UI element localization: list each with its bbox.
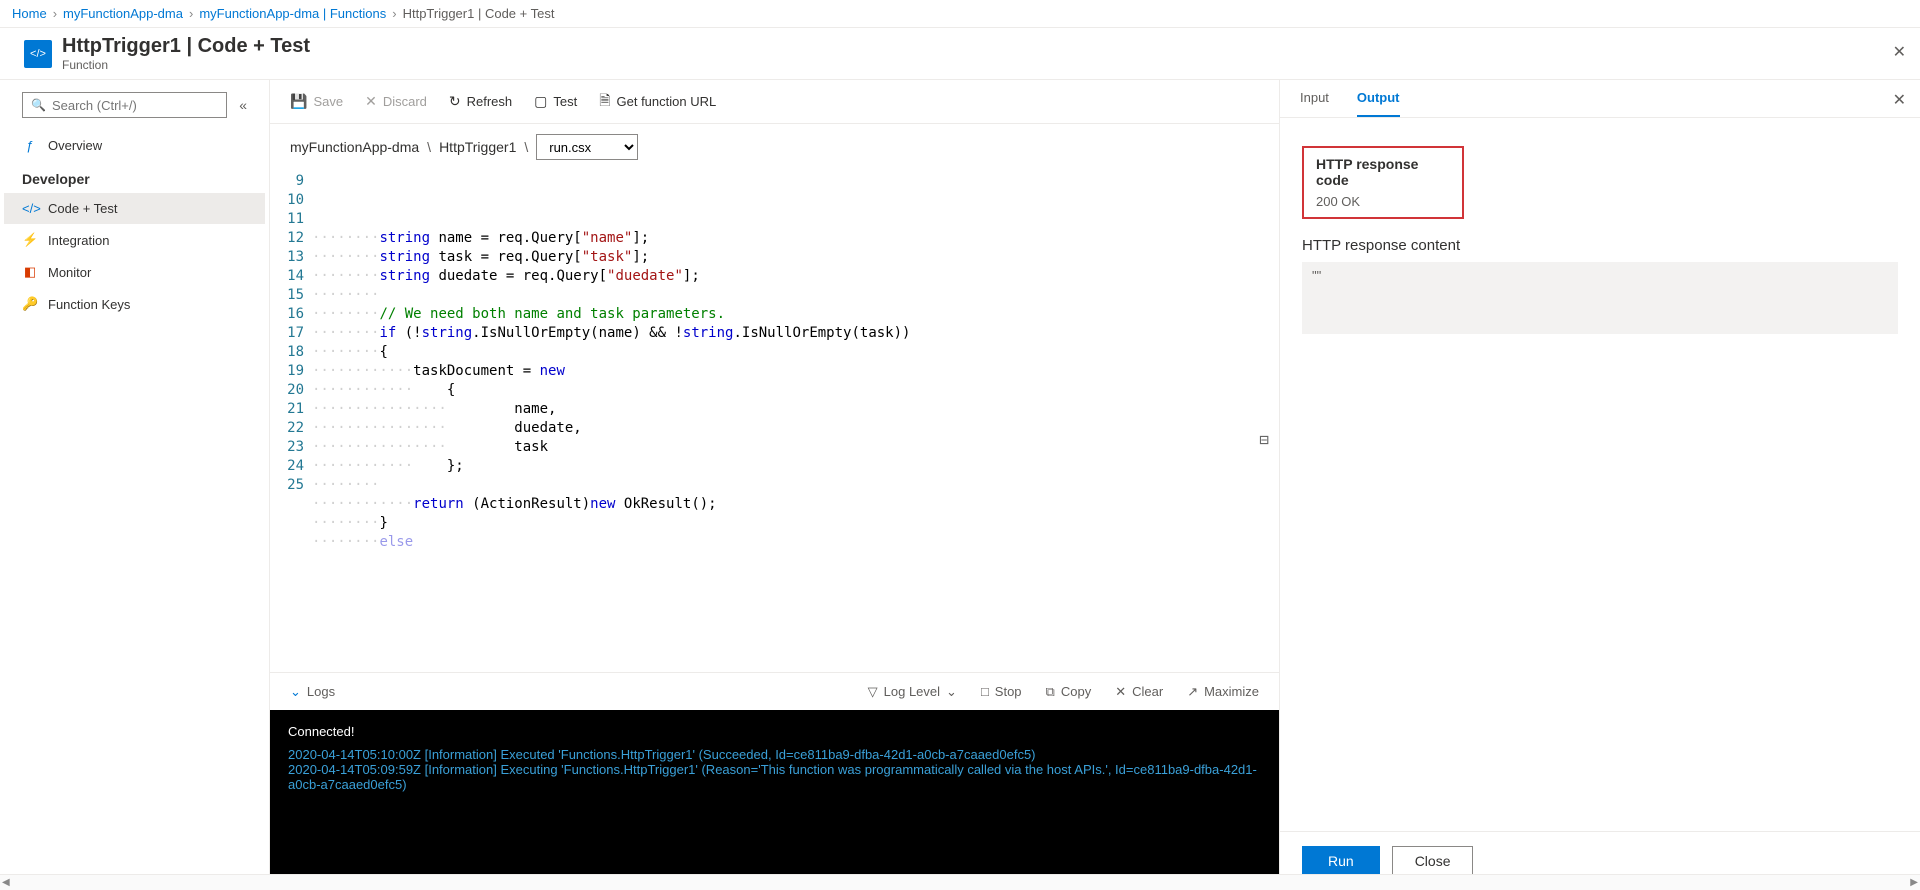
logs-toolbar: ⌄ Logs ▽ Log Level ⌄ □ Stop ⧉ Copy ✕ Cle… [270,672,1279,710]
discard-icon: ✕ [365,93,377,110]
breadcrumb-app[interactable]: myFunctionApp-dma [63,6,183,21]
http-response-code-box: HTTP response code 200 OK [1302,146,1464,219]
search-icon: 🔍 [31,98,46,112]
chevron-down-icon: ⌄ [290,684,301,700]
clear-button[interactable]: ✕ Clear [1115,684,1163,700]
http-code-value: 200 OK [1316,194,1450,209]
monitor-icon: ◧ [22,264,38,280]
sidebar-item-integration[interactable]: ⚡ Integration [4,224,265,256]
sidebar-section-developer: Developer [4,161,265,193]
sidebar-item-code-test[interactable]: </> Code + Test [4,193,265,224]
path-app: myFunctionApp-dma [290,139,419,155]
sidebar: 🔍 « ƒ Overview Developer </> Code + Test… [0,80,270,890]
chevron-right-icon: › [392,6,396,21]
refresh-icon: ↻ [449,93,461,110]
copy-icon: ⧉ [1046,684,1055,700]
console-line: 2020-04-14T05:09:59Z [Information] Execu… [288,762,1261,792]
maximize-button[interactable]: ↗ Maximize [1187,684,1259,700]
sidebar-item-label: Code + Test [48,201,118,216]
run-button[interactable]: Run [1302,846,1380,876]
stop-button[interactable]: □ Stop [981,684,1022,699]
log-console[interactable]: Connected! 2020-04-14T05:10:00Z [Informa… [270,710,1279,890]
code-icon: </> [22,201,38,216]
scroll-right-icon[interactable]: ▶ [1910,877,1918,888]
line-gutter: 910111213141516171819202122232425 [270,170,312,672]
sidebar-item-function-keys[interactable]: 🔑 Function Keys [4,288,265,320]
save-icon: 💾 [290,93,307,110]
function-fx-icon: ƒ [22,138,38,153]
discard-button[interactable]: ✕ Discard [365,93,427,110]
scroll-left-icon[interactable]: ◀ [2,877,10,888]
chevron-right-icon: › [189,6,193,21]
code-area[interactable]: ⊟ ········string name = req.Query["name"… [312,170,1279,672]
get-function-url-button[interactable]: 🗎 Get function URL [599,90,716,114]
tab-input[interactable]: Input [1300,90,1329,117]
page-subtitle: Function [62,58,310,72]
close-blade-button[interactable]: ✕ [1893,42,1906,62]
stop-icon: □ [981,684,989,699]
chevron-down-icon: ⌄ [946,684,957,700]
close-button[interactable]: Close [1392,846,1474,876]
http-code-label: HTTP response code [1316,156,1450,188]
test-output-panel: ✕ Input Output HTTP response code 200 OK… [1280,80,1920,890]
key-icon: 🔑 [22,296,38,312]
close-panel-button[interactable]: ✕ [1893,90,1906,110]
test-button[interactable]: ▢ Test [534,93,577,110]
sidebar-item-label: Integration [48,233,109,248]
maximize-icon: ↗ [1187,684,1198,700]
center-pane: 💾 Save ✕ Discard ↻ Refresh ▢ Test 🗎 Get … [270,80,1280,890]
path-func: HttpTrigger1 [439,139,516,155]
fold-marker-icon[interactable]: ⊟ [1259,430,1269,449]
sidebar-item-overview[interactable]: ƒ Overview [4,130,265,161]
http-content-label: HTTP response content [1302,237,1898,254]
breadcrumb-current: HttpTrigger1 | Code + Test [403,6,555,21]
file-path-row: myFunctionApp-dma \ HttpTrigger1 \ run.c… [270,124,1279,170]
page-title: HttpTrigger1 | Code + Test [62,35,310,58]
test-icon: ▢ [534,93,547,110]
url-icon: 🗎 [599,90,610,114]
console-connected: Connected! [288,724,1261,739]
editor-toolbar: 💾 Save ✕ Discard ↻ Refresh ▢ Test 🗎 Get … [270,80,1279,124]
code-editor[interactable]: 910111213141516171819202122232425 ⊟ ····… [270,170,1279,672]
horizontal-scrollbar[interactable]: ◀ ▶ [0,874,1920,890]
function-icon: </> [24,40,52,68]
sidebar-item-label: Function Keys [48,297,130,312]
breadcrumb-home[interactable]: Home [12,6,47,21]
breadcrumb-functions[interactable]: myFunctionApp-dma | Functions [199,6,386,21]
clear-icon: ✕ [1115,684,1126,700]
breadcrumb: Home › myFunctionApp-dma › myFunctionApp… [0,0,1920,28]
io-tabs: Input Output [1280,80,1920,118]
file-select[interactable]: run.csx [536,134,638,160]
refresh-button[interactable]: ↻ Refresh [449,93,512,110]
console-line: 2020-04-14T05:10:00Z [Information] Execu… [288,747,1261,762]
sidebar-item-monitor[interactable]: ◧ Monitor [4,256,265,288]
tab-output[interactable]: Output [1357,90,1400,117]
collapse-sidebar-button[interactable]: « [239,97,247,113]
search-box[interactable]: 🔍 [22,92,227,118]
log-level-button[interactable]: ▽ Log Level ⌄ [868,684,957,700]
copy-button[interactable]: ⧉ Copy [1046,684,1092,700]
logs-toggle[interactable]: ⌄ Logs [290,684,335,700]
sidebar-item-label: Monitor [48,265,91,280]
chevron-right-icon: › [53,6,57,21]
lightning-icon: ⚡ [22,232,38,248]
sidebar-item-label: Overview [48,138,102,153]
page-header: </> HttpTrigger1 | Code + Test Function … [0,28,1920,80]
search-input[interactable] [52,98,218,113]
http-content-value: "" [1302,262,1898,334]
filter-icon: ▽ [868,684,878,700]
save-button[interactable]: 💾 Save [290,93,343,110]
